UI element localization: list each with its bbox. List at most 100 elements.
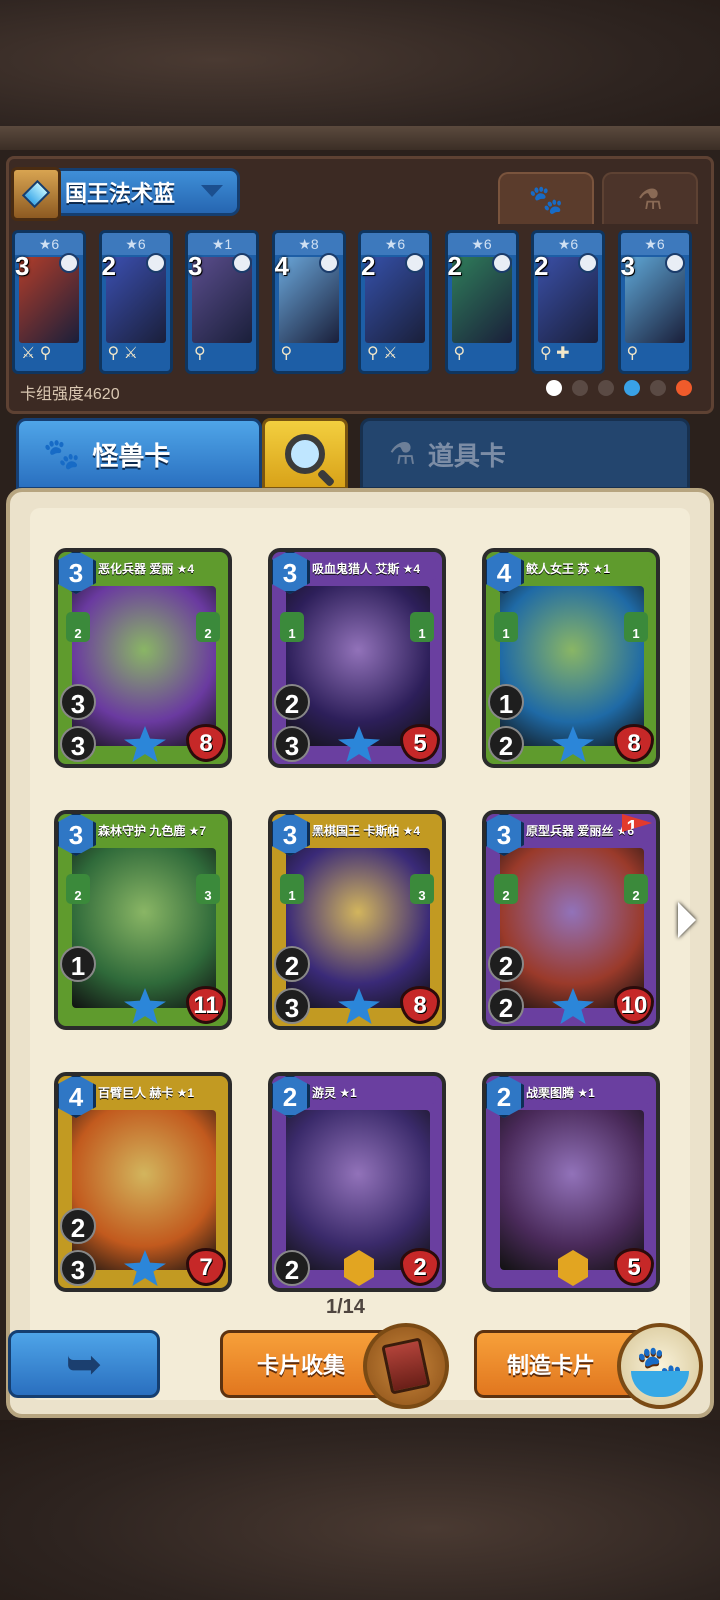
craft-card-button[interactable]: 制造卡片 🐾 [474, 1323, 703, 1409]
deck-card[interactable]: ★6 2 ⚲ ✚ [531, 230, 605, 374]
rainbow-icon [664, 253, 685, 273]
card-tools-icon: ⚲ [626, 345, 639, 362]
potion-icon: ⚗ [389, 437, 416, 471]
bottom-wood-frame [0, 1420, 720, 1600]
element-filter-icon[interactable] [546, 380, 562, 396]
deck-card[interactable]: ★6 3 ⚔ ⚲ [12, 230, 86, 374]
element-filter-icon[interactable] [650, 380, 666, 396]
deck-card[interactable]: ★8 4 ⚲ [271, 230, 346, 374]
card-tools-icon: ⚲ [280, 345, 293, 362]
card-attack: 2 [488, 726, 524, 762]
element-filter-icon[interactable] [624, 380, 640, 396]
deck-strength: 卡组强度4620 [20, 386, 120, 403]
chevron-down-icon[interactable] [201, 185, 223, 197]
tab-monster-cards[interactable]: 🐾 怪兽卡 [16, 418, 262, 490]
deck-selector[interactable]: 国王法术蓝 [11, 167, 240, 221]
card-art [72, 586, 216, 746]
back-arrow-icon: ➥ [65, 1339, 103, 1389]
tab-item-label: 道具卡 [427, 440, 506, 471]
deck-card[interactable]: ★6 2 ⚲ ⚔ [98, 230, 173, 374]
deck-card[interactable]: ★6 2 ⚲ [444, 230, 519, 374]
card-cost: 3 [15, 251, 30, 281]
card-attack: 3 [60, 726, 96, 762]
card-health: 5 [400, 724, 440, 762]
card-art [72, 1110, 216, 1270]
potion-icon: ⚗ [637, 183, 663, 215]
card-title: 吸血鬼猎人 艾斯 ★4 [304, 558, 436, 580]
card-deck-icon [363, 1323, 449, 1409]
search-button[interactable] [262, 418, 348, 490]
card-health: 8 [614, 724, 654, 762]
monster-card[interactable]: 吸血鬼猎人 艾斯 ★4 3 1 1 2 3 5 [268, 548, 446, 768]
card-left-trait: 1 [494, 612, 518, 642]
element-filters [546, 380, 692, 396]
card-art [286, 1110, 430, 1270]
card-tools-icon: ⚔ ⚲ [21, 345, 52, 362]
paw-potion-icon: 🐾 [617, 1323, 703, 1409]
card-art [286, 848, 430, 1008]
card-grid: 恶化兵器 爱丽 ★4 3 2 2 3 3 8 吸血鬼猎人 艾斯 ★4 3 1 1 2 3 5 鲛人女王 苏 … [30, 508, 690, 1400]
deck-card[interactable]: ★1 3 ⚲ [185, 230, 259, 374]
next-page-arrow-icon[interactable] [678, 902, 696, 938]
deck-card[interactable]: ★6 2 ⚲ ⚔ [358, 230, 432, 374]
gold-icon [578, 253, 598, 273]
card-health: 5 [614, 1248, 654, 1286]
monster-card[interactable]: 鲛人女王 苏 ★1 4 1 1 1 2 8 [482, 548, 660, 768]
element-filter-icon[interactable] [598, 380, 614, 396]
tab-item-cards[interactable]: ⚗ 道具卡 [360, 418, 690, 490]
card-title: 游灵 ★1 [304, 1082, 436, 1104]
card-cost: 3 [188, 251, 203, 281]
monster-card[interactable]: 原型兵器 爱丽丝 ★6 3 2 2 2 2 10 1 [482, 810, 660, 1030]
back-button[interactable]: ➥ [8, 1330, 160, 1398]
ice-icon [318, 253, 339, 273]
card-speed: 2 [60, 1208, 96, 1244]
deck-name: 国王法术蓝 [65, 181, 176, 206]
card-tools-icon: ⚲ ⚔ [367, 345, 398, 362]
monster-card[interactable]: 战栗图腾 ★1 2 5 [482, 1072, 660, 1292]
tab-monster-label: 怪兽卡 [92, 440, 171, 471]
card-right-trait: 2 [196, 612, 220, 642]
deck-card-strip: ★6 3 ⚔ ⚲ ★6 2 ⚲ ⚔ ★1 3 ⚲ ★8 4 ⚲ ★6 2 ⚲ ⚔ ★6 2 ⚲ ★6 2 ⚲ ✚ ★6 3 ⚲ [12, 230, 708, 378]
card-left-trait: 1 [280, 874, 304, 904]
search-icon [285, 434, 325, 474]
card-art [286, 586, 430, 746]
monster-card[interactable]: 游灵 ★1 2 2 2 [268, 1072, 446, 1292]
paw-icon: 🐾 [528, 183, 564, 215]
card-health: 8 [400, 986, 440, 1024]
card-cost: 2 [534, 251, 549, 281]
card-health: 8 [186, 724, 226, 762]
element-filter-icon[interactable] [676, 380, 692, 396]
card-left-trait: 1 [280, 612, 304, 642]
card-attack: 3 [60, 1250, 96, 1286]
ice-icon [59, 253, 79, 273]
paw-icon: 🐾 [43, 437, 81, 471]
card-tools-icon: ⚲ ✚ [540, 345, 570, 362]
card-art [500, 848, 644, 1008]
deck-card[interactable]: ★6 3 ⚲ [617, 230, 692, 374]
top-wood-frame [0, 0, 720, 150]
card-book: 恶化兵器 爱丽 ★4 3 2 2 3 3 8 吸血鬼猎人 艾斯 ★4 3 1 1 2 3 5 鲛人女王 苏 … [6, 488, 714, 1418]
card-collection-button[interactable]: 卡片收集 [220, 1323, 449, 1409]
card-health: 10 [614, 986, 654, 1024]
monster-card[interactable]: 森林守护 九色鹿 ★7 3 2 3 1 11 [54, 810, 232, 1030]
card-speed: 3 [60, 684, 96, 720]
card-title: 鲛人女王 苏 ★1 [518, 558, 650, 580]
monster-card[interactable]: 恶化兵器 爱丽 ★4 3 2 2 3 3 8 [54, 548, 232, 768]
card-right-trait: 1 [624, 612, 648, 642]
card-cost: 4 [274, 251, 289, 281]
monster-card[interactable]: 黑棋国王 卡斯帕 ★4 3 1 3 2 3 8 [268, 810, 446, 1030]
card-attack: 2 [274, 1250, 310, 1286]
card-cost: 2 [447, 251, 462, 281]
card-speed: 2 [274, 684, 310, 720]
tab-monster-deck[interactable]: 🐾 [498, 172, 594, 224]
card-art [72, 848, 216, 1008]
card-cost: 3 [620, 251, 635, 281]
craft-card-label: 制造卡片 [507, 1353, 596, 1378]
card-title: 百臂巨人 赫卡 ★1 [90, 1082, 222, 1104]
monster-card[interactable]: 百臂巨人 赫卡 ★1 4 2 3 7 [54, 1072, 232, 1292]
card-tools-icon: ⚲ ⚔ [107, 345, 139, 362]
element-filter-icon[interactable] [572, 380, 588, 396]
rainbow-icon [491, 253, 512, 273]
card-health: 11 [186, 986, 226, 1024]
tab-item-deck[interactable]: ⚗ [602, 172, 698, 224]
